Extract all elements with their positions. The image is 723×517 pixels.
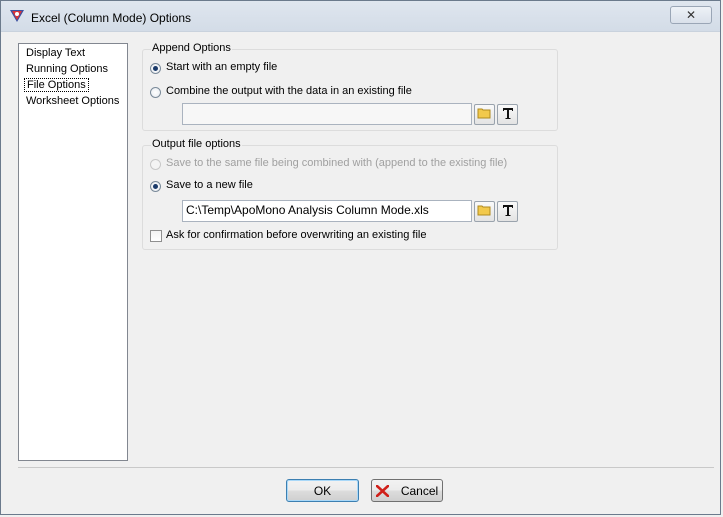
options-category-list[interactable]: Display Text Running Options File Option… xyxy=(18,43,128,461)
same-file-radio xyxy=(150,159,161,170)
folder-icon xyxy=(477,204,492,219)
browse-existing-file-button[interactable] xyxy=(474,104,495,125)
new-file-path-input[interactable]: C:\Temp\ApoMono Analysis Column Mode.xls xyxy=(182,200,472,222)
window-title: Excel (Column Mode) Options xyxy=(31,11,192,25)
start-empty-radio[interactable] xyxy=(150,63,161,74)
close-button[interactable]: ✕ xyxy=(670,6,712,24)
start-empty-label[interactable]: Start with an empty file xyxy=(166,61,277,73)
output-file-options-heading: Output file options xyxy=(151,138,242,150)
combine-existing-radio[interactable] xyxy=(150,87,161,98)
nav-item-file-options[interactable]: File Options xyxy=(24,78,89,92)
text-template-icon xyxy=(502,204,514,219)
combine-existing-label[interactable]: Combine the output with the data in an e… xyxy=(166,85,412,97)
nav-item-worksheet-options[interactable]: Worksheet Options xyxy=(24,94,121,108)
ok-label: OK xyxy=(313,483,332,498)
same-file-label: Save to the same file being combined wit… xyxy=(166,157,508,169)
new-file-radio[interactable] xyxy=(150,181,161,192)
app-icon xyxy=(9,9,25,23)
cancel-label: Cancel xyxy=(400,483,439,498)
text-template-icon xyxy=(502,107,514,122)
cancel-button[interactable]: Cancel xyxy=(371,479,443,502)
new-file-template-button[interactable] xyxy=(497,201,518,222)
nav-item-display-text[interactable]: Display Text xyxy=(24,46,87,60)
confirm-overwrite-label[interactable]: Ask for confirmation before overwriting … xyxy=(166,229,426,241)
footer-divider xyxy=(18,467,714,468)
confirm-overwrite-checkbox[interactable] xyxy=(150,230,162,242)
title-bar[interactable]: Excel (Column Mode) Options ✕ xyxy=(1,1,720,32)
options-dialog: Excel (Column Mode) Options ✕ Display Te… xyxy=(0,0,721,515)
existing-file-template-button[interactable] xyxy=(497,104,518,125)
red-x-icon xyxy=(375,484,389,497)
append-options-heading: Append Options xyxy=(151,42,232,54)
folder-icon xyxy=(477,107,492,122)
existing-file-input[interactable] xyxy=(182,103,472,125)
new-file-label[interactable]: Save to a new file xyxy=(166,179,253,191)
close-icon: ✕ xyxy=(685,8,697,22)
nav-item-running-options[interactable]: Running Options xyxy=(24,62,110,76)
browse-new-file-button[interactable] xyxy=(474,201,495,222)
ok-button[interactable]: OK xyxy=(286,479,359,502)
